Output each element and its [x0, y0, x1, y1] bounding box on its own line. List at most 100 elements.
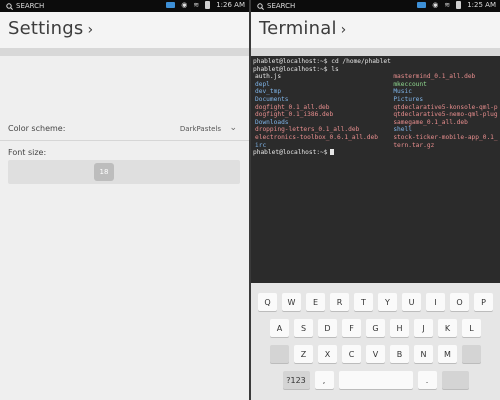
key-m[interactable]: M: [438, 345, 457, 363]
ls-entry: mkeccount: [393, 80, 427, 88]
ls-entry: depl: [255, 80, 270, 88]
ls-entry: shell: [393, 126, 412, 134]
terminal-pane: SEARCH ◉ ≋ 1:25 AM Terminal › phablet@loc…: [251, 0, 500, 400]
status-time: 1:25 AM: [467, 1, 496, 9]
page-title: Terminal ›: [259, 18, 346, 39]
ls-entry: dev_tmp: [255, 88, 282, 96]
terminal-line: phablet@localhost:~$ ls: [253, 65, 339, 73]
keyboard-row-3: ZXCVBNM: [251, 345, 500, 363]
shift-key[interactable]: [270, 345, 289, 363]
symbols-key[interactable]: ?123: [282, 371, 310, 389]
ls-entry: Pictures: [393, 95, 424, 103]
ls-entry: electronics-toolbox_0.6.1_all.deb: [255, 133, 378, 141]
header-divider: [251, 48, 500, 56]
key-d[interactable]: D: [318, 319, 337, 337]
key-a[interactable]: A: [270, 319, 289, 337]
search-icon: [6, 2, 13, 10]
color-scheme-label: Color scheme:: [8, 124, 66, 133]
backspace-key[interactable]: [462, 345, 481, 363]
terminal-header: Terminal ›: [251, 12, 500, 48]
key-b[interactable]: B: [390, 345, 409, 363]
keyboard-row-2: ASDFGHJKL: [251, 319, 500, 337]
ls-entry: auth.js: [255, 73, 282, 81]
font-size-slider[interactable]: 18: [8, 160, 240, 184]
ls-entry: irc: [255, 141, 267, 149]
key-f[interactable]: F: [342, 319, 361, 337]
location-icon: ◉: [432, 1, 439, 9]
font-size-label: Font size:: [8, 148, 47, 157]
onscreen-keyboard: QWERTYUIOP ASDFGHJKL ZXCVBNM ?123 , .: [251, 283, 500, 400]
row-divider: [0, 140, 249, 141]
key-o[interactable]: O: [450, 293, 469, 311]
comma-key[interactable]: ,: [314, 371, 334, 389]
ls-entry: Documents: [255, 95, 289, 103]
key-g[interactable]: G: [366, 319, 385, 337]
message-icon: [166, 2, 176, 8]
status-search[interactable]: SEARCH: [6, 2, 44, 10]
page-title-text: Settings: [8, 18, 84, 39]
key-j[interactable]: J: [414, 319, 433, 337]
key-t[interactable]: T: [354, 293, 373, 311]
slider-thumb[interactable]: 18: [94, 163, 114, 181]
message-icon: [417, 2, 427, 8]
ls-entry: samegame_0.1_all.deb: [393, 118, 468, 126]
ls-output: auth.js depl dev_tmp Documents dogfight_0.1_…: [251, 73, 500, 149]
ls-entry: stock-ticker-mobile-app_0.1_: [393, 133, 498, 141]
search-icon: [257, 2, 264, 10]
page-title-text: Terminal: [259, 18, 337, 39]
status-bar: SEARCH ◉ ≋ 1:26 AM: [0, 0, 249, 12]
wifi-icon: ≋: [444, 1, 451, 9]
keyboard-row-4: ?123 , .: [251, 371, 500, 389]
enter-key[interactable]: [441, 371, 469, 389]
key-q[interactable]: Q: [258, 293, 277, 311]
keyboard-row-1: QWERTYUIOP: [251, 293, 500, 311]
key-n[interactable]: N: [414, 345, 433, 363]
key-r[interactable]: R: [330, 293, 349, 311]
key-s[interactable]: S: [294, 319, 313, 337]
ls-column-2: mastermind_0.1_all.deb mkeccount Music Pict…: [391, 73, 500, 149]
key-h[interactable]: H: [390, 319, 409, 337]
page-title: Settings ›: [8, 18, 93, 39]
ls-entry: Downloads: [255, 118, 289, 126]
chevron-down-icon[interactable]: ⌄: [229, 123, 237, 133]
period-key[interactable]: .: [417, 371, 437, 389]
ls-entry: dropping-letters_0.1_all.deb: [255, 126, 360, 134]
battery-icon: [456, 1, 462, 9]
key-e[interactable]: E: [306, 293, 325, 311]
color-scheme-value[interactable]: DarkPastels: [180, 125, 221, 133]
settings-header: Settings ›: [0, 12, 249, 48]
battery-icon: [205, 1, 211, 9]
key-p[interactable]: P: [474, 293, 493, 311]
space-key[interactable]: [338, 371, 413, 389]
keyboard-row-3-letters: ZXCVBNM: [294, 345, 457, 363]
ls-entry: dogfight_0.1_i386.deb: [255, 111, 334, 119]
key-c[interactable]: C: [342, 345, 361, 363]
key-w[interactable]: W: [282, 293, 301, 311]
chevron-right-icon[interactable]: ›: [341, 22, 347, 38]
key-u[interactable]: U: [402, 293, 421, 311]
ls-entry: qtdeclarative5-konsole-qml-p: [393, 103, 498, 111]
ls-entry: tern.tar.gz: [393, 141, 435, 149]
color-scheme-row[interactable]: Color scheme: DarkPastels ⌄: [0, 118, 249, 138]
wifi-icon: ≋: [193, 1, 200, 9]
key-i[interactable]: I: [426, 293, 445, 311]
status-indicators[interactable]: ◉ ≋ 1:25 AM: [417, 1, 496, 9]
text-cursor: [329, 149, 334, 156]
terminal-output[interactable]: phablet@localhost:~$ cd /home/phablet ph…: [251, 56, 500, 283]
header-divider: [0, 48, 249, 56]
key-v[interactable]: V: [366, 345, 385, 363]
status-search-label: SEARCH: [267, 2, 296, 10]
key-z[interactable]: Z: [294, 345, 313, 363]
status-time: 1:26 AM: [216, 1, 245, 9]
key-y[interactable]: Y: [378, 293, 397, 311]
status-search[interactable]: SEARCH: [257, 2, 295, 10]
status-indicators[interactable]: ◉ ≋ 1:26 AM: [166, 1, 245, 9]
chevron-right-icon[interactable]: ›: [87, 22, 93, 38]
key-k[interactable]: K: [438, 319, 457, 337]
key-x[interactable]: X: [318, 345, 337, 363]
location-icon: ◉: [181, 1, 188, 9]
status-search-label: SEARCH: [16, 2, 45, 10]
terminal-line: phablet@localhost:~$ cd /home/phablet: [253, 58, 391, 65]
prompt-text: phablet@localhost:~$: [253, 149, 328, 157]
key-l[interactable]: L: [462, 319, 481, 337]
